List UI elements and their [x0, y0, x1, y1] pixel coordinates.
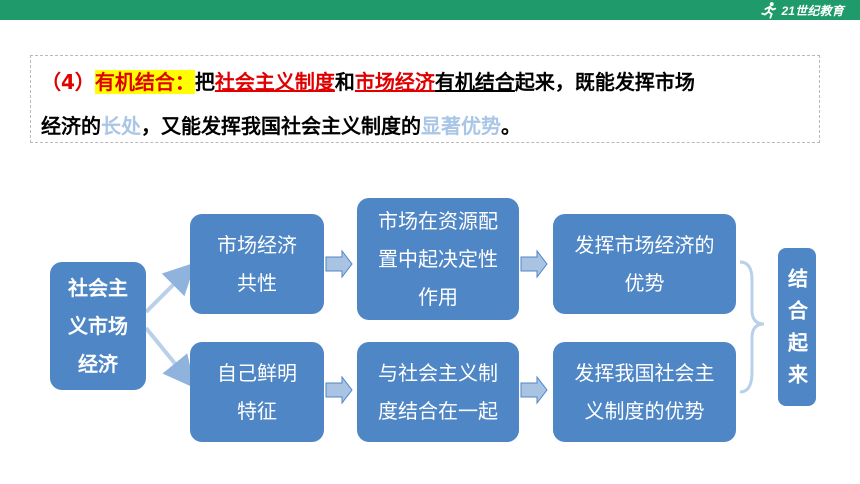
node-text: 社会主 [68, 276, 128, 300]
flow-arrow-upper-1 [325, 249, 353, 279]
root-node: 社会主 义市场 经济 [50, 262, 146, 390]
node-text: 置中起决定性 [378, 247, 498, 271]
lower-node-3: 发挥我国社会主 义制度的优势 [553, 342, 736, 442]
node-text: 作用 [418, 285, 458, 309]
node-text: 发挥我国社会主 [574, 361, 715, 385]
node-text: 自己鲜明 [217, 361, 297, 385]
upper-node-3: 发挥市场经济的 优势 [553, 214, 736, 314]
node-text: 义市场 [68, 314, 128, 338]
branch-arrow-lower [144, 326, 196, 389]
node-text: 经济 [78, 352, 118, 376]
node-text: 特征 [237, 399, 277, 423]
merge-brace [739, 260, 765, 394]
upper-node-1: 市场经济 共性 [190, 214, 324, 314]
node-text: 市场经济 [217, 233, 297, 257]
flow-arrow-lower-1 [325, 375, 353, 405]
flow-arrow-upper-2 [520, 249, 548, 279]
node-text: 优势 [624, 271, 665, 295]
lower-node-1: 自己鲜明 特征 [190, 342, 324, 442]
branch-arrow-upper [144, 262, 196, 314]
node-text: 共性 [237, 271, 277, 295]
node-text: 市场在资源配 [378, 209, 498, 233]
node-text: 义制度的优势 [584, 399, 705, 423]
node-text: 与社会主义制 [378, 361, 498, 385]
node-text: 度结合在一起 [378, 399, 498, 423]
lower-node-2: 与社会主义制 度结合在一起 [357, 342, 519, 442]
upper-node-2: 市场在资源配 置中起决定性 作用 [357, 198, 519, 320]
combine-node: 结合起来 [778, 248, 816, 406]
flow-arrow-lower-2 [520, 375, 548, 405]
node-text: 发挥市场经济的 [574, 233, 715, 257]
